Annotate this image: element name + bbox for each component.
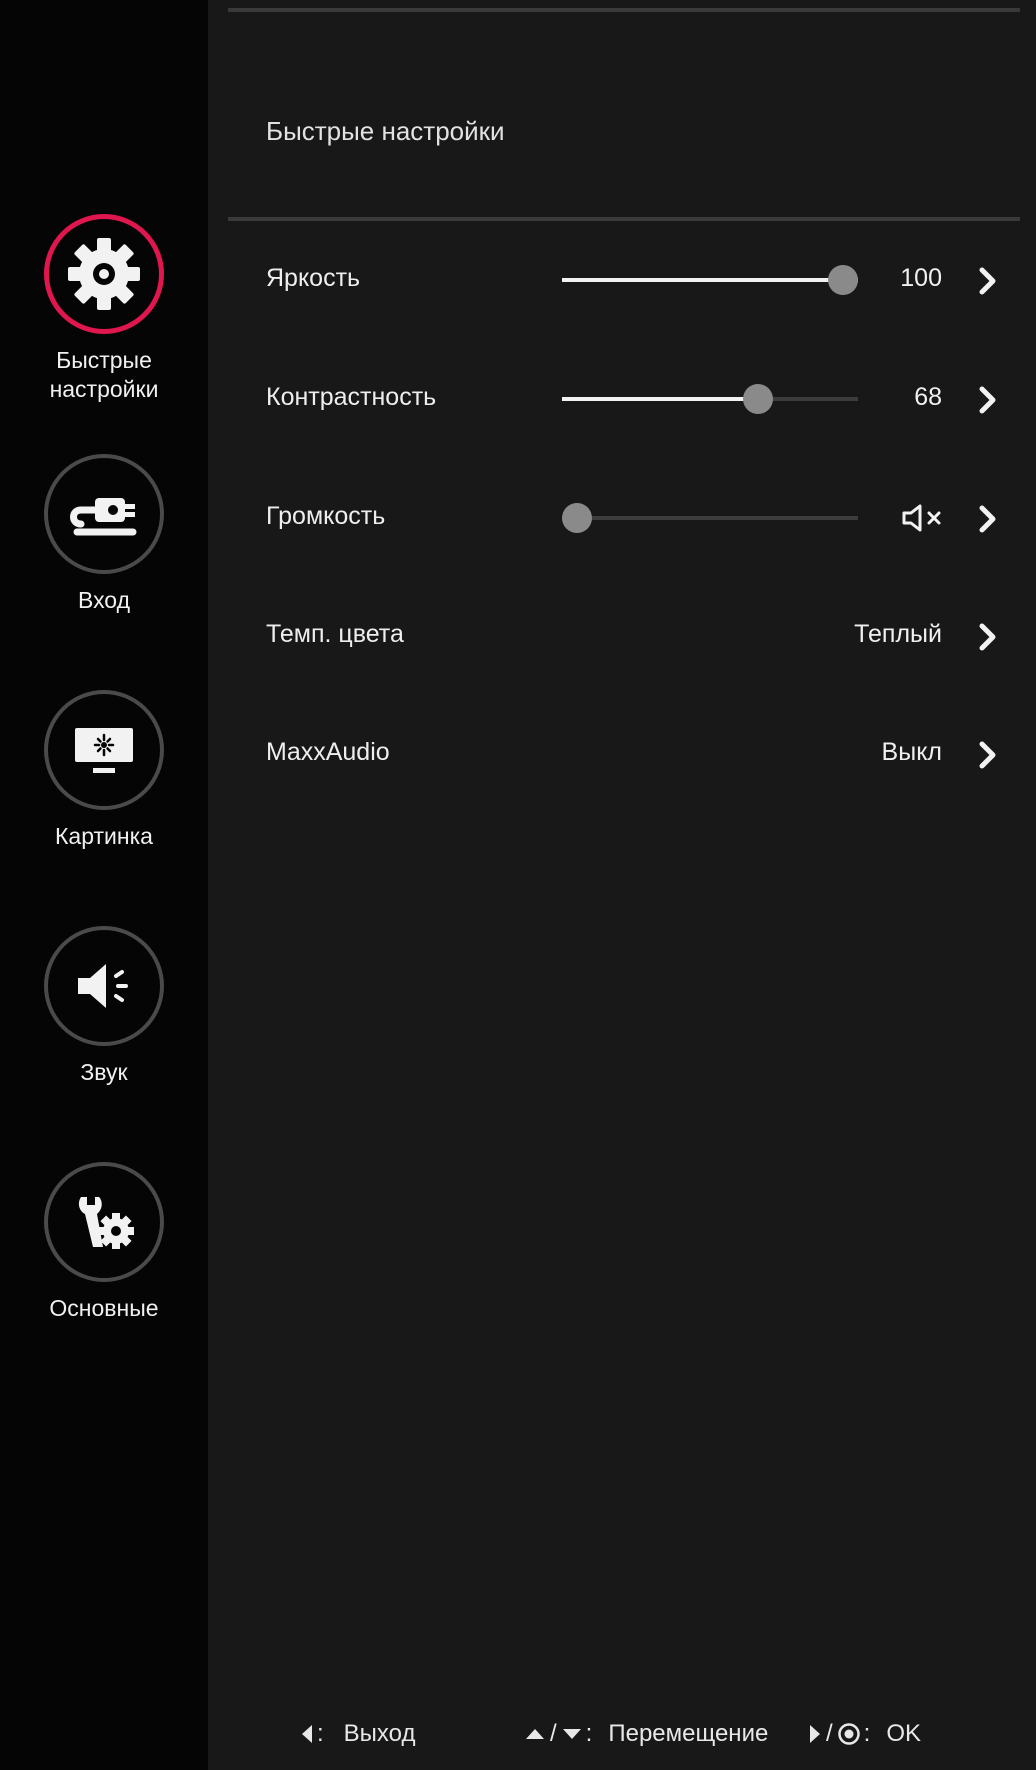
volume-slider[interactable] [562,503,858,533]
sidebar-item-label: Быстрые настройки [49,347,159,402]
setting-label: Контрастность [266,383,437,411]
footer-exit-hint: : Выход [300,1716,415,1752]
chevron-right-icon[interactable] [972,740,1002,770]
setting-value: Теплый [854,620,942,648]
sidebar-item-quick-settings[interactable]: Быстрые настройки [0,214,208,404]
sidebar: Быстрые настройки Вход Картинка Звук Осн… [0,0,208,1770]
setting-value: 68 [914,383,942,411]
brightness-slider[interactable] [562,265,858,295]
speaker-icon [78,964,128,1008]
left-arrow-icon [302,1725,312,1743]
sidebar-item-label: Основные [49,1295,159,1321]
nav-circle [44,214,164,334]
nav-circle [44,454,164,574]
sidebar-item-label: Звук [80,1059,128,1085]
slider-fill [562,278,858,282]
footer-slash: / [550,1720,557,1747]
nav-circle [44,926,164,1046]
footer-exit-label: Выход [343,1720,416,1747]
footer-navigate-label: Перемещение [608,1720,769,1747]
title-divider [228,217,1020,221]
slider-knob[interactable] [742,384,773,414]
setting-row-brightness[interactable]: Яркость 100 [266,260,1006,300]
mute-icon [902,504,941,532]
nav-circle [44,690,164,810]
slider-fill [562,397,764,401]
setting-label: Громкость [266,502,386,530]
ok-button-icon [837,1723,860,1745]
chevron-right-icon[interactable] [972,266,1002,296]
page-title: Быстрые настройки [266,116,505,146]
monitor-brightness-icon [75,728,133,773]
chevron-right-icon[interactable] [972,504,1002,534]
setting-row-maxxaudio[interactable]: MaxxAudio Выкл [266,734,1006,774]
sidebar-item-general[interactable]: Основные [0,1162,208,1323]
slider-knob[interactable] [828,265,858,295]
sidebar-item-input[interactable]: Вход [0,454,208,615]
chevron-right-icon[interactable] [972,622,1002,652]
setting-label: Темп. цвета [266,620,404,648]
footer-separator: : [317,1720,324,1747]
wrench-gear-icon [78,1197,134,1249]
chevron-right-icon[interactable] [972,385,1002,415]
contrast-slider[interactable] [562,384,858,414]
footer-navigate-hint: / : Перемещение [524,1716,768,1752]
sidebar-item-label: Картинка [55,823,153,849]
setting-label: MaxxAudio [266,738,390,766]
footer-separator: : [863,1720,871,1747]
sidebar-item-picture[interactable]: Картинка [0,690,208,851]
slider-knob[interactable] [562,503,592,533]
up-arrow-icon [526,1729,544,1739]
footer-slash: / [826,1720,833,1747]
setting-row-volume[interactable]: Громкость [266,498,1006,538]
input-cable-icon [70,498,137,536]
right-arrow-icon [810,1725,820,1743]
setting-label: Яркость [266,264,361,292]
down-arrow-icon [562,1729,581,1739]
sidebar-item-sound[interactable]: Звук [0,926,208,1087]
setting-value: 100 [900,264,942,292]
footer-ok-label: OK [886,1720,922,1747]
footer-ok-hint: / : OK [808,1716,921,1752]
sidebar-item-label: Вход [77,587,131,613]
top-divider [228,8,1020,12]
nav-circle [44,1162,164,1282]
setting-row-color-temp[interactable]: Темп. цвета Теплый [266,616,1006,656]
gear-icon [68,238,140,310]
footer-separator: : [585,1720,593,1747]
setting-value: Выкл [881,738,942,766]
setting-row-contrast[interactable]: Контрастность 68 [266,379,1006,419]
